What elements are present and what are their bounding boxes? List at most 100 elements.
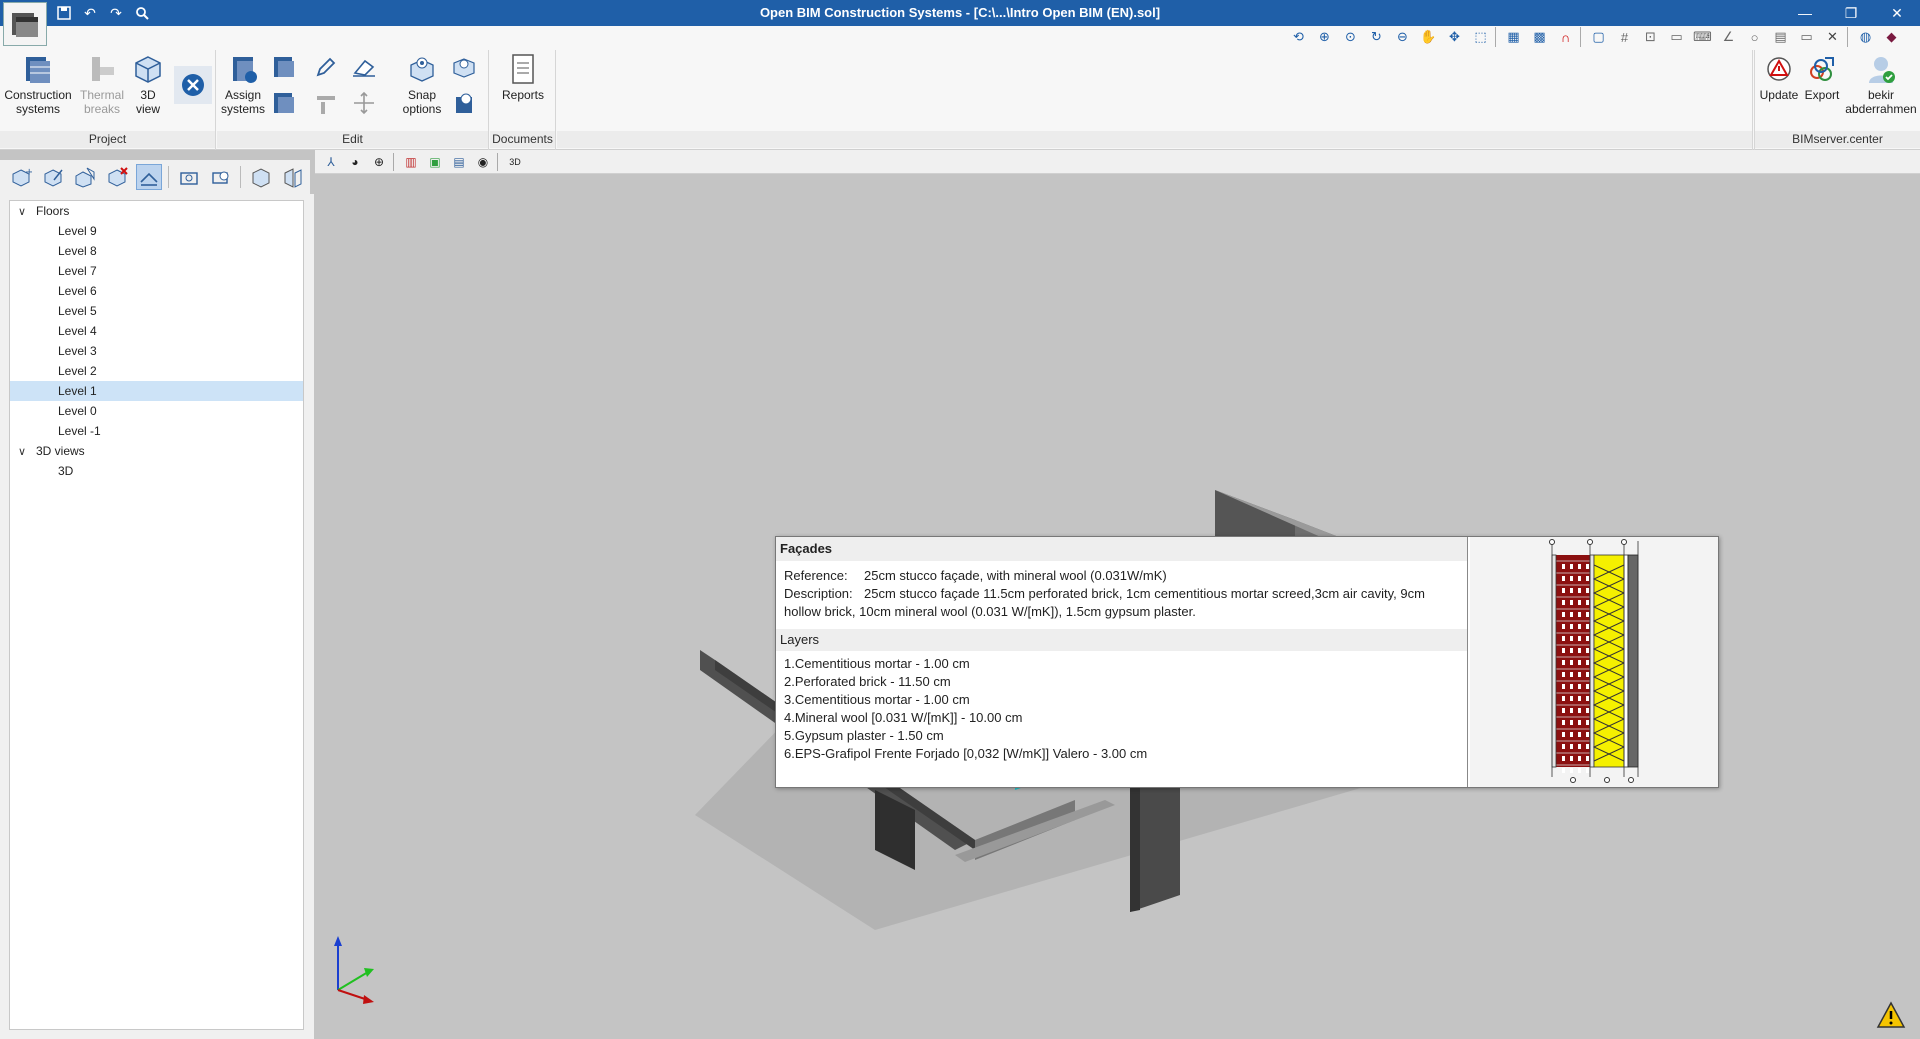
delete-icon[interactable]: ▤ bbox=[1769, 27, 1792, 47]
window-title: Open BIM Construction Systems - [C:\...\… bbox=[759, 5, 1161, 20]
tree-item[interactable]: Level 8 bbox=[10, 241, 303, 261]
view-eye-icon-2[interactable] bbox=[449, 88, 479, 118]
tree-item[interactable]: Level 9 bbox=[10, 221, 303, 241]
export-button[interactable]: Export bbox=[1801, 52, 1843, 102]
globe-icon[interactable]: ◍ bbox=[1854, 27, 1877, 47]
tree-item[interactable]: 3D bbox=[10, 461, 303, 481]
reports-button[interactable]: Reports bbox=[498, 52, 548, 102]
construction-systems-button[interactable]: Construction systems bbox=[2, 52, 74, 116]
export-label: Export bbox=[1804, 88, 1840, 102]
tree-item[interactable]: Level 2 bbox=[10, 361, 303, 381]
camera-icon[interactable] bbox=[176, 164, 202, 190]
tree-item[interactable]: Level 3 bbox=[10, 341, 303, 361]
tree-item[interactable]: Level 0 bbox=[10, 401, 303, 421]
orbit-icon[interactable]: ⟲ bbox=[1287, 27, 1310, 47]
zoom-window-icon[interactable]: ⊕ bbox=[1313, 27, 1336, 47]
system-icon-1[interactable] bbox=[269, 52, 299, 82]
grid-icon[interactable]: # bbox=[1613, 27, 1636, 47]
user-account-button[interactable]: bekir abderrahmen bbox=[1841, 52, 1920, 116]
select-icon[interactable]: ⬚ bbox=[1469, 27, 1492, 47]
angle-icon[interactable]: ∠ bbox=[1717, 27, 1740, 47]
tree-item[interactable]: Level 1 bbox=[10, 381, 303, 401]
thermal-breaks-button[interactable]: Thermal breaks bbox=[78, 52, 126, 116]
section-box-icon[interactable] bbox=[248, 164, 274, 190]
tree-item[interactable]: Level 4 bbox=[10, 321, 303, 341]
ribbon-empty-area bbox=[557, 50, 1753, 150]
pan-icon[interactable]: ✋ bbox=[1417, 27, 1440, 47]
user-name-label: bekir abderrahmen bbox=[1845, 88, 1917, 116]
left-panel: ∨ Floors Level 9 Level 8 Level 7 Level 6 Level… bbox=[0, 194, 314, 1039]
separator bbox=[1847, 27, 1851, 47]
snap-icon[interactable]: ⊡ bbox=[1639, 27, 1662, 47]
refresh-icon[interactable]: ↻ bbox=[1365, 27, 1388, 47]
magnet-icon[interactable]: ∩ bbox=[1554, 27, 1577, 47]
keyboard-icon[interactable]: ⌨ bbox=[1691, 27, 1714, 47]
section-plane-icon[interactable] bbox=[280, 164, 306, 190]
tools-icon[interactable]: ✕ bbox=[1821, 27, 1844, 47]
system-icon-2[interactable] bbox=[269, 88, 299, 118]
minimize-button[interactable]: — bbox=[1782, 0, 1828, 26]
tree-item[interactable]: Level -1 bbox=[10, 421, 303, 441]
reports-label: Reports bbox=[501, 88, 545, 102]
thermal-breaks-label: Thermal breaks bbox=[79, 88, 124, 116]
move-icon[interactable] bbox=[349, 88, 379, 118]
camera-search-icon[interactable] bbox=[208, 164, 234, 190]
tree-item[interactable]: Level 5 bbox=[10, 301, 303, 321]
grid-dwg-icon[interactable]: ▩ bbox=[1528, 27, 1551, 47]
close-project-icon[interactable] bbox=[174, 66, 212, 104]
separator bbox=[1495, 27, 1499, 47]
window-icon[interactable]: ▢ bbox=[1587, 27, 1610, 47]
warning-icon[interactable] bbox=[1876, 1001, 1906, 1029]
project-group-label: Project bbox=[0, 131, 215, 148]
ribbon-group-bimserver: Update Export bekir abderrahmen BIMserve… bbox=[1754, 50, 1920, 150]
ribbon-group-edit: Assign systems Snap options Edit bbox=[217, 50, 489, 150]
axes-gizmo bbox=[334, 936, 374, 1004]
layer-item: 1.Cementitious mortar - 1.00 cm bbox=[784, 656, 970, 671]
tree-toolbar: + bbox=[0, 160, 310, 194]
circle-icon[interactable]: ○ bbox=[1743, 27, 1766, 47]
floors-tree: ∨ Floors Level 9 Level 8 Level 7 Level 6 Level… bbox=[9, 200, 304, 1030]
chevron-down-icon[interactable]: ∨ bbox=[18, 202, 36, 222]
update-button[interactable]: Update bbox=[1757, 52, 1801, 102]
assign-systems-label: Assign systems bbox=[220, 88, 265, 116]
delete-level-icon[interactable] bbox=[104, 164, 130, 190]
user-avatar-icon bbox=[1864, 52, 1898, 86]
assign-systems-button[interactable]: Assign systems bbox=[219, 52, 267, 116]
align-icon[interactable] bbox=[311, 88, 341, 118]
app-logo-icon[interactable] bbox=[3, 2, 47, 46]
3d-view-button[interactable]: 3D view bbox=[128, 52, 168, 116]
view-eye-icon[interactable] bbox=[449, 52, 479, 82]
zoom-out-icon[interactable]: ⊖ bbox=[1391, 27, 1414, 47]
tree-item[interactable]: Level 6 bbox=[10, 281, 303, 301]
title-bar: ↶ ↷ Open BIM Construction Systems - [C:\… bbox=[0, 0, 1920, 26]
tree-item[interactable]: Level 7 bbox=[10, 261, 303, 281]
layers-header: Layers bbox=[776, 629, 1467, 651]
book-icon[interactable]: ◆ bbox=[1880, 27, 1903, 47]
close-button[interactable]: ✕ bbox=[1874, 0, 1920, 26]
construction-systems-icon bbox=[21, 52, 55, 86]
floor-view-icon[interactable] bbox=[136, 164, 162, 190]
navigate-icon[interactable]: ✥ bbox=[1443, 27, 1466, 47]
chevron-down-icon[interactable]: ∨ bbox=[18, 442, 36, 462]
window-controls: — ❐ ✕ bbox=[1782, 0, 1920, 26]
snap-options-button[interactable]: Snap options bbox=[399, 52, 445, 116]
grid-dxf-icon[interactable]: ▦ bbox=[1502, 27, 1525, 47]
comment-icon[interactable]: ▭ bbox=[1795, 27, 1818, 47]
tree-group[interactable]: ∨ 3D views bbox=[10, 441, 303, 461]
edit-level-icon[interactable] bbox=[40, 164, 66, 190]
copy-level-icon[interactable] bbox=[72, 164, 98, 190]
zoom-icon[interactable]: ⊙ bbox=[1339, 27, 1362, 47]
tree-group[interactable]: ∨ Floors bbox=[10, 201, 303, 221]
restore-button[interactable]: ❐ bbox=[1828, 0, 1874, 26]
export-icon bbox=[1805, 52, 1839, 86]
3d-viewport[interactable]: ⅄ ◕ ⊕ ▥ ▣ ▤ ◉ 3D Façades Reference: 25cm… bbox=[315, 150, 1920, 1039]
wall-section-graphic bbox=[1470, 537, 1718, 787]
eraser-icon[interactable] bbox=[349, 52, 379, 82]
tooltip-info-panel: Façades Reference: 25cm stucco façade, wi… bbox=[776, 537, 1468, 787]
ruler-icon[interactable]: ▭ bbox=[1665, 27, 1688, 47]
edit-group-label: Edit bbox=[217, 131, 488, 148]
tree-group-label: 3D views bbox=[36, 444, 85, 458]
pencil-icon[interactable] bbox=[311, 52, 341, 82]
documents-group-label: Documents bbox=[490, 131, 555, 148]
add-level-icon[interactable]: + bbox=[8, 164, 34, 190]
